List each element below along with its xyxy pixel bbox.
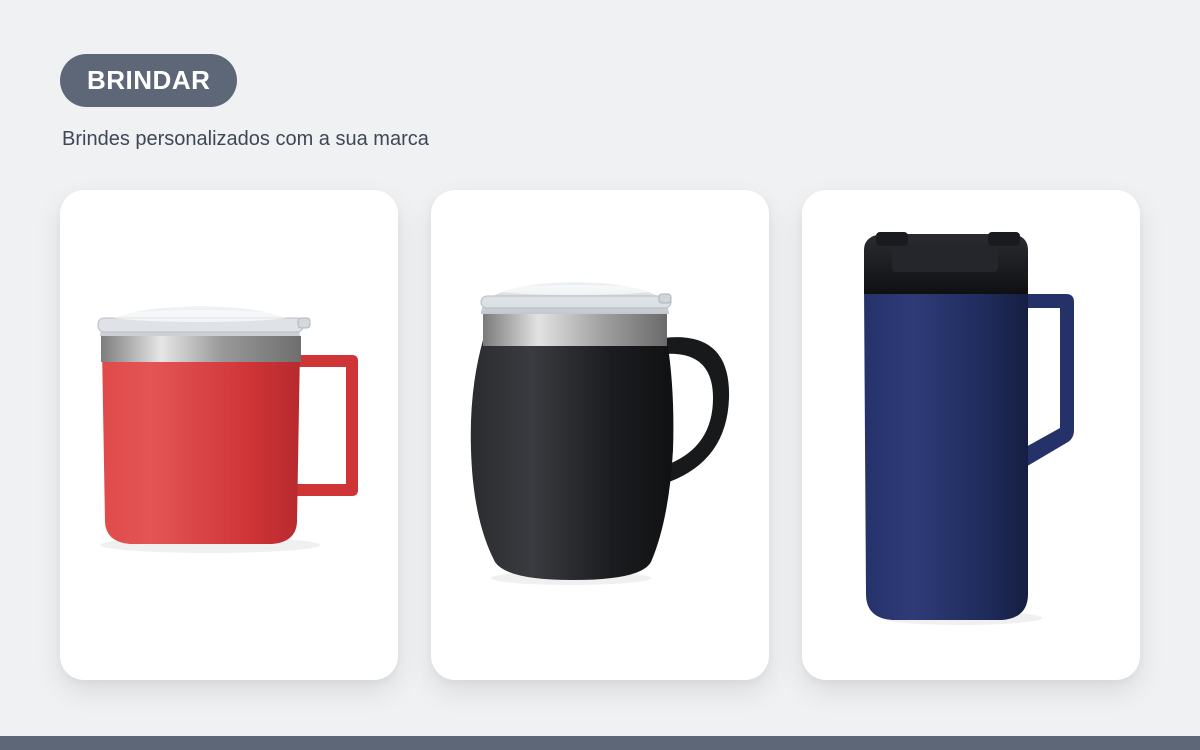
product-card-2[interactable] [431, 190, 769, 680]
tagline: Brindes personalizados com a sua marca [62, 128, 429, 150]
red-camping-mug-icon [97, 306, 358, 553]
brand-badge: BRINDAR [60, 54, 238, 107]
black-wine-mug-icon [470, 282, 730, 585]
product-card-3[interactable] [802, 190, 1140, 680]
product-card-1[interactable] [60, 190, 398, 680]
brand-label: BRINDAR [87, 65, 211, 95]
navy-travel-mug-icon [864, 232, 1074, 625]
bottom-bar [0, 736, 1200, 750]
